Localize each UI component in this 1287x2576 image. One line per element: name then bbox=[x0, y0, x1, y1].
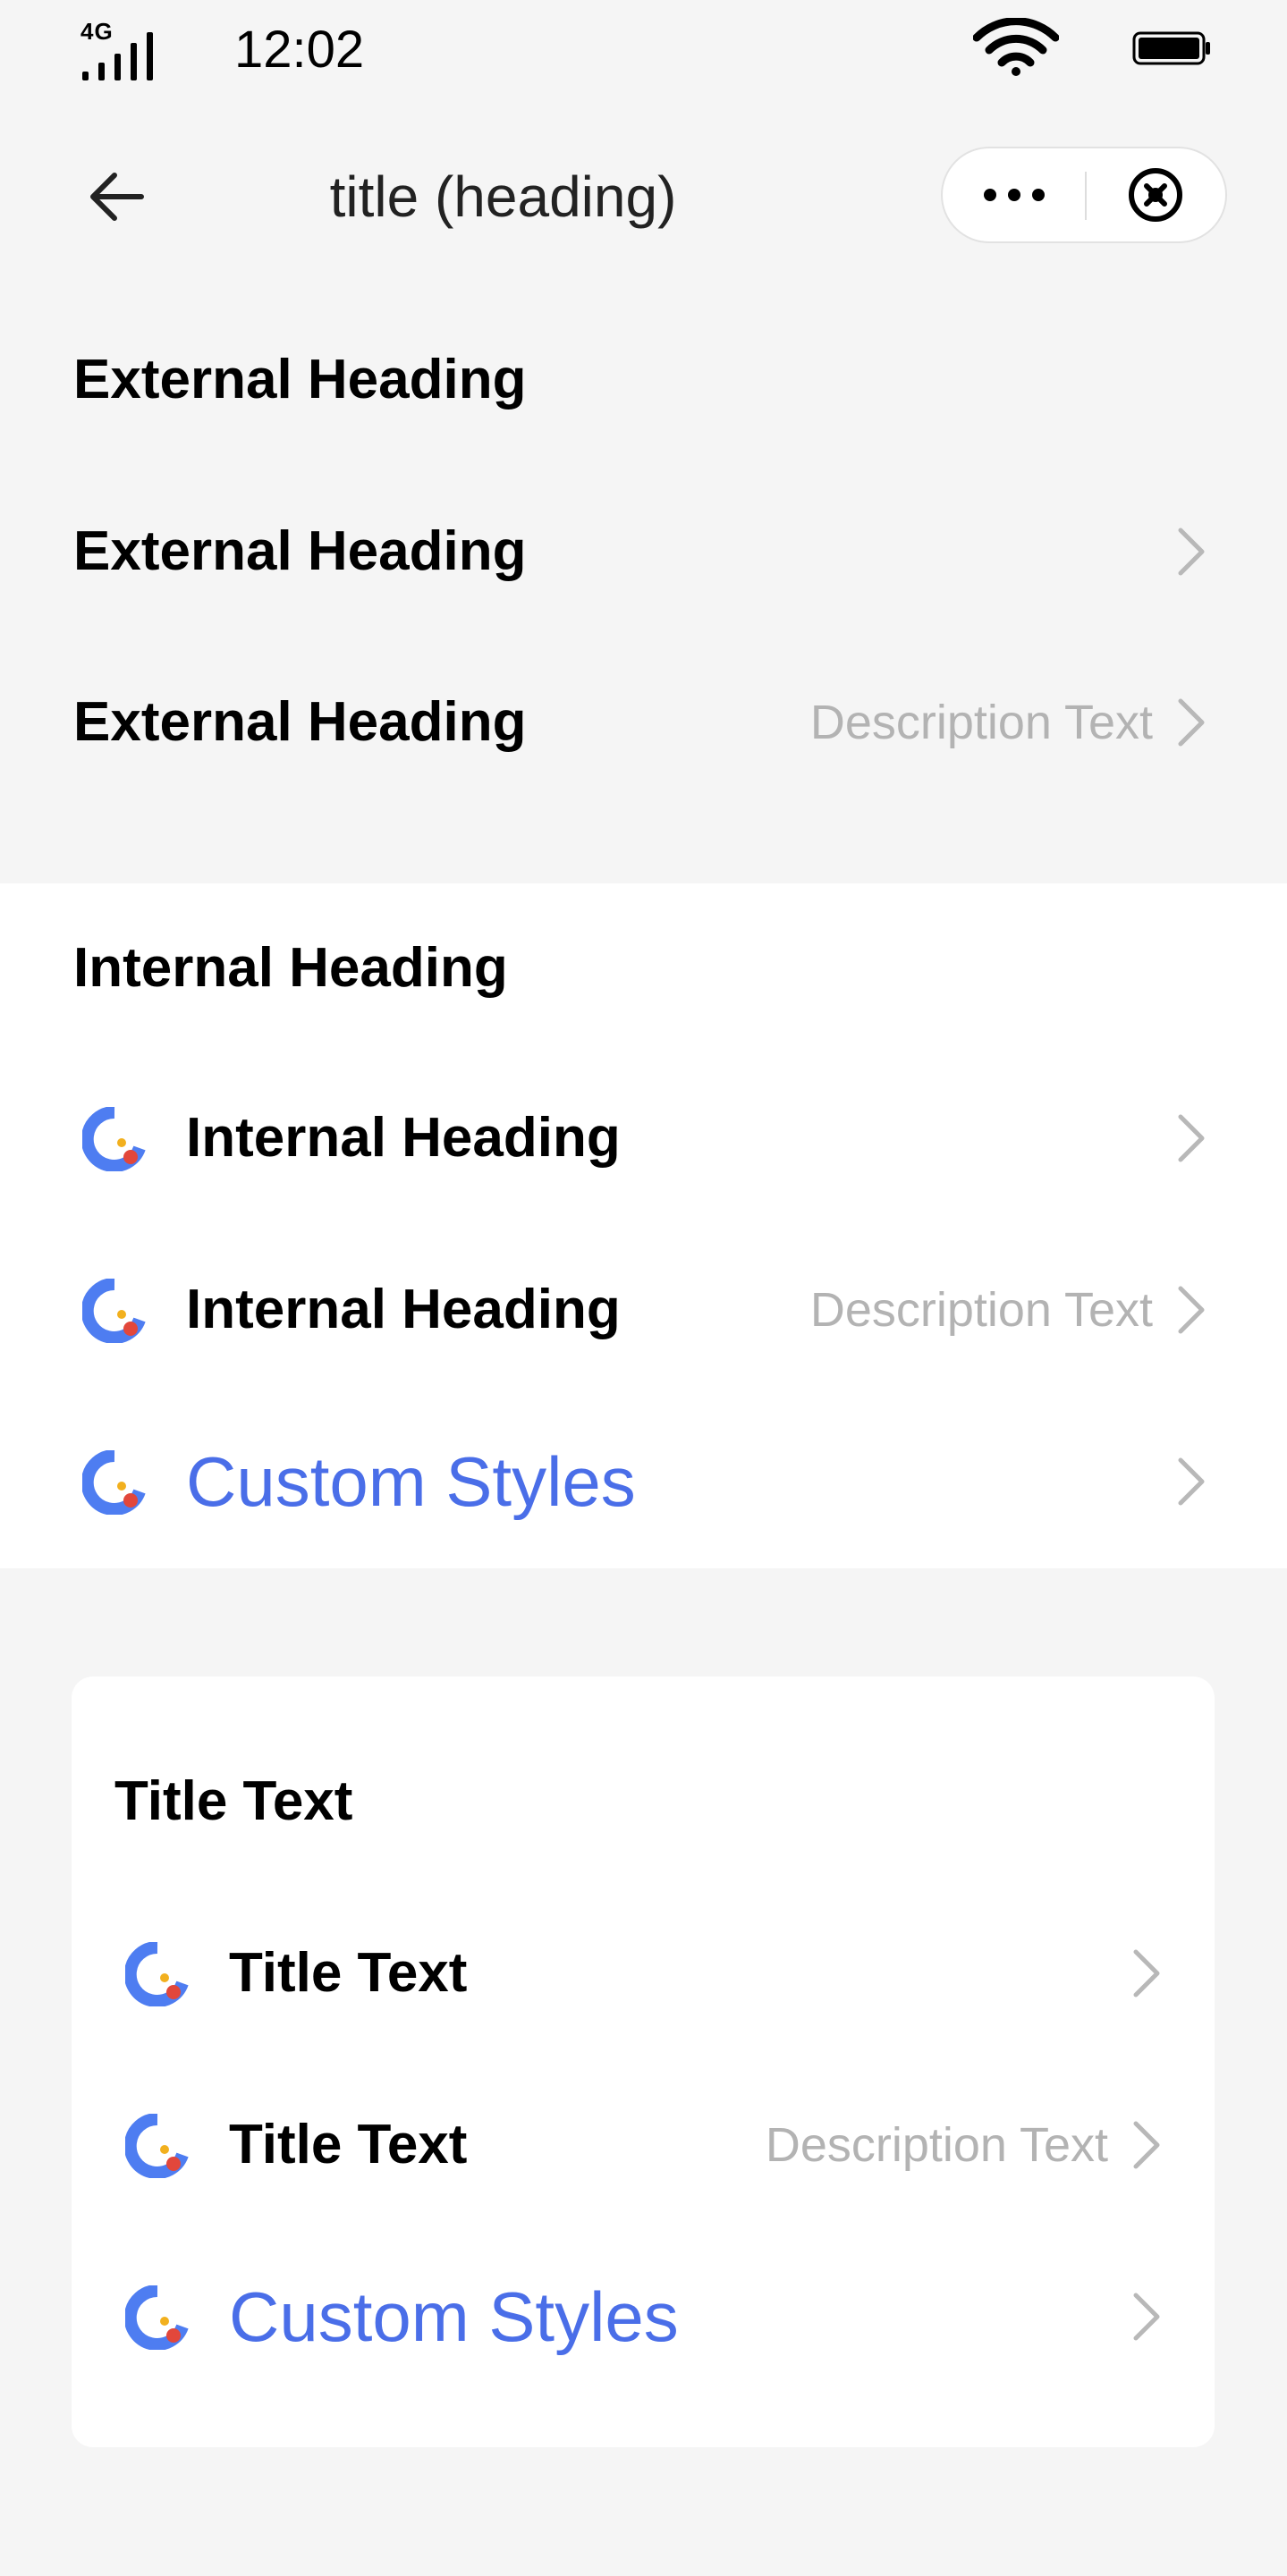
page-title: title (heading) bbox=[329, 165, 677, 229]
close-button[interactable] bbox=[1086, 148, 1225, 241]
logo-icon bbox=[125, 2285, 189, 2350]
internal-section-title: Internal Heading bbox=[73, 937, 508, 999]
logo-icon bbox=[82, 1450, 146, 1515]
card-title-row: Title Text bbox=[0, 1717, 1287, 1887]
description-text: Description Text bbox=[809, 1283, 1153, 1337]
external-heading-row: External Heading bbox=[0, 295, 1287, 465]
custom-style-title: Custom Styles bbox=[229, 2277, 679, 2356]
external-heading: External Heading bbox=[73, 349, 527, 410]
cellular-signal-icon: 4G bbox=[79, 18, 155, 80]
custom-style-heading: Custom Styles bbox=[186, 1442, 636, 1521]
card-title-desc-row[interactable]: Title Text Description Text bbox=[0, 2060, 1287, 2230]
status-time: 12:02 bbox=[234, 21, 365, 79]
more-button[interactable] bbox=[943, 148, 1086, 241]
wifi-icon bbox=[973, 18, 1059, 76]
external-heading-desc-row[interactable]: External Heading Description Text bbox=[0, 638, 1287, 807]
chevron-right-icon bbox=[1178, 528, 1205, 576]
card-title-text: Title Text bbox=[229, 1942, 468, 2004]
internal-custom-style-row[interactable]: Custom Styles bbox=[0, 1397, 1287, 1567]
chevron-right-icon bbox=[1178, 1457, 1205, 1506]
card-title-text: Title Text bbox=[229, 2114, 468, 2175]
card-title-arrow-row[interactable]: Title Text bbox=[0, 1888, 1287, 2058]
external-heading: External Heading bbox=[73, 520, 527, 582]
internal-heading: Internal Heading bbox=[186, 1107, 621, 1169]
internal-heading-title-row: Internal Heading bbox=[0, 883, 1287, 1053]
mini-program-capsule bbox=[941, 147, 1227, 243]
chevron-right-icon bbox=[1133, 1949, 1160, 1997]
card-section-title: Title Text bbox=[114, 1770, 353, 1832]
external-heading: External Heading bbox=[73, 691, 527, 753]
logo-icon bbox=[125, 2114, 189, 2178]
internal-heading-arrow-row[interactable]: Internal Heading bbox=[0, 1053, 1287, 1223]
internal-heading-desc-row[interactable]: Internal Heading Description Text bbox=[0, 1225, 1287, 1395]
chevron-right-icon bbox=[1178, 1114, 1205, 1162]
logo-icon bbox=[82, 1279, 146, 1343]
close-circle-icon bbox=[1129, 168, 1182, 222]
chevron-right-icon bbox=[1178, 1286, 1205, 1334]
more-dots-icon bbox=[984, 189, 1045, 201]
status-bar: 4G 12:02 bbox=[0, 0, 1287, 98]
logo-icon bbox=[82, 1107, 146, 1171]
chevron-right-icon bbox=[1133, 2121, 1160, 2169]
internal-heading: Internal Heading bbox=[186, 1279, 621, 1340]
chevron-right-icon bbox=[1133, 2293, 1160, 2341]
battery-icon bbox=[1132, 31, 1210, 65]
logo-icon bbox=[125, 1942, 189, 2006]
description-text: Description Text bbox=[765, 2118, 1108, 2172]
external-heading-arrow-row[interactable]: External Heading bbox=[0, 467, 1287, 637]
navigation-bar: title (heading) bbox=[0, 98, 1287, 295]
card-custom-style-row[interactable]: Custom Styles bbox=[0, 2232, 1287, 2402]
description-text: Description Text bbox=[809, 696, 1153, 749]
chevron-right-icon bbox=[1178, 698, 1205, 747]
network-type: 4G bbox=[80, 18, 114, 45]
